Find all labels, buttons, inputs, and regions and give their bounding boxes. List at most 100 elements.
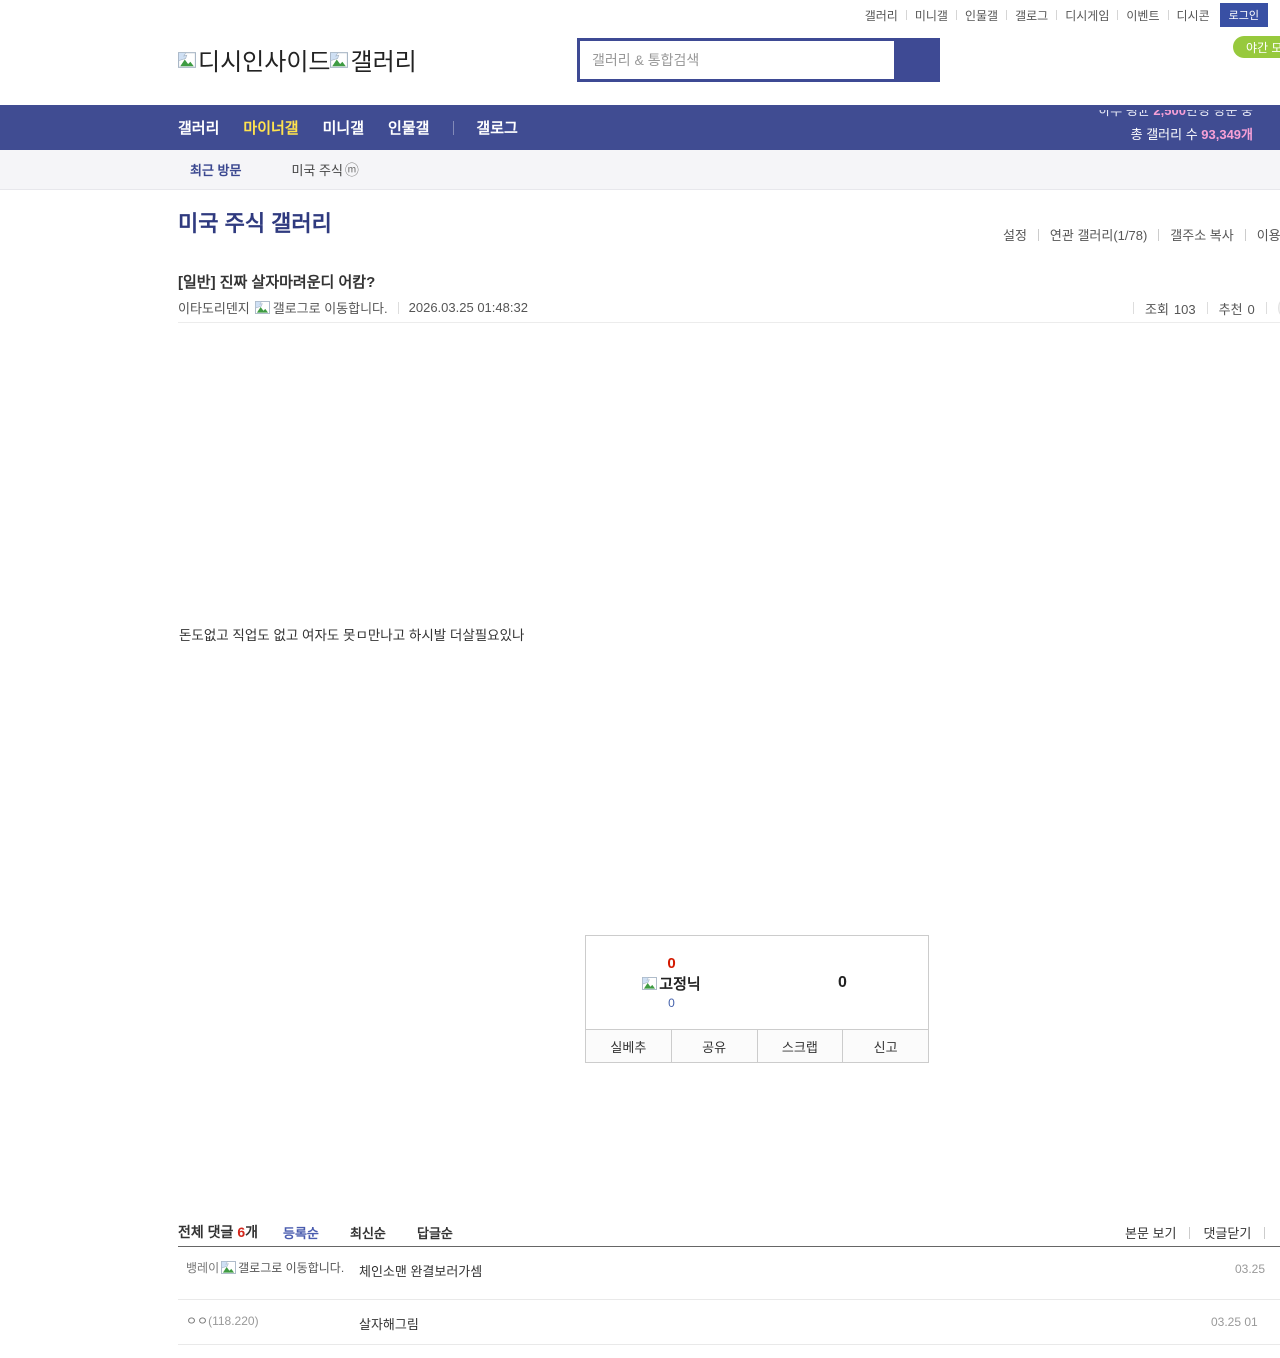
silbechu-button[interactable]: 실베추 [586,1030,671,1062]
sort-registered[interactable]: 등록순 [283,1223,325,1242]
comment-time: 03.25 [1235,1262,1266,1276]
sort-newest[interactable]: 최신순 [350,1223,392,1242]
divider [1133,302,1134,314]
comment-author[interactable]: ㅇㅇ(118.220) [186,1313,359,1333]
post-meta-right: 조회 103 추천 0 [1122,296,1280,320]
copy-url-link[interactable]: 갤주소 복사 [1170,225,1233,244]
report-button[interactable]: 신고 [842,1030,928,1062]
comment-row: ㅇㅇ1(114.201) ㅇㅈ 03.25 01 [178,1345,1280,1358]
topbar-link-event[interactable]: 이벤트 [1126,7,1159,24]
downvote-area[interactable]: 0 [757,936,928,1029]
broken-image-icon [330,51,349,68]
topbar-link-dccon[interactable]: 디시콘 [1177,7,1210,24]
like-count: 추천 0 [1218,301,1255,317]
upvote-count: 0 [667,955,676,972]
divider [1117,10,1119,20]
minor-gallery-icon: ⓜ [344,161,359,178]
comment-actions: 본문 보기 댓글닫기 [1125,1223,1278,1242]
topbar-link-gallog[interactable]: 갤로그 [1015,7,1048,24]
site-logo[interactable]: 디시인사이드 갤러리 [178,42,417,77]
divider [1158,228,1160,241]
comment-row: ㅇㅇ(118.220) 살자해그림 03.25 01 [178,1300,1280,1345]
nav-item-persongal[interactable]: 인물갤 [388,117,429,138]
vote-box: 0 고정닉 0 0 실베추 공유 스크랩 신고 [585,935,929,1063]
top-utility-bar: 갤러리 미니갤 인물갤 갤로그 디시게임 이벤트 디시콘 로그인 [0,0,1280,30]
vote-actions: 실베추 공유 스크랩 신고 [586,1029,928,1062]
gallery-count-ticker: 하루 평균 2,500만명 방문 중 총 갤러리 수 93,349개 [1098,110,1253,143]
login-button[interactable]: 로그인 [1219,3,1268,27]
breadcrumb-gallery[interactable]: 미국 주식 ⓜ [291,160,358,180]
comment-time: 03.25 01 [1211,1315,1258,1329]
night-mode-button[interactable]: 야간 모드 [1233,36,1280,58]
nav-item-gallery[interactable]: 갤러리 [178,117,219,138]
comment-total: 전체 댓글 6개 [178,1224,258,1240]
broken-image-icon [221,1261,237,1274]
close-comments-button[interactable]: 댓글닫기 [1203,1223,1251,1242]
logo-text-gallery: 갤러리 [350,49,417,76]
gallery-header-links: 설정 연관 갤러리(1/78) 갤주소 복사 이용안내 [1003,225,1280,244]
divider [1244,228,1246,241]
topbar-link-persongal[interactable]: 인물갤 [965,7,998,24]
fixed-nick-label: 고정닉 [642,973,701,994]
broken-image-icon [642,977,658,990]
comment-header: 전체 댓글 6개 등록순 최신순 답글순 본문 보기 댓글닫기 [178,1220,1280,1247]
page: 갤러리 미니갤 인물갤 갤로그 디시게임 이벤트 디시콘 로그인 야간 모드 디… [0,0,1280,1358]
topbar-link-gallery[interactable]: 갤러리 [865,7,898,24]
divider [1037,228,1039,241]
broken-image-icon [254,301,270,314]
broken-image-icon [178,51,196,68]
scrap-button[interactable]: 스크랩 [756,1030,843,1062]
post-date: 2026.03.25 01:48:32 [408,300,528,315]
comment-section: 전체 댓글 6개 등록순 최신순 답글순 본문 보기 댓글닫기 뱅레이 갤로그로 … [178,1220,1280,1358]
topbar-link-minigal[interactable]: 미니갤 [915,7,948,24]
nav-item-minorgal[interactable]: 마이너갤 [243,117,298,138]
topbar-link-dcgame[interactable]: 디시게임 [1065,7,1109,24]
divider [1189,1226,1191,1239]
logo-text-dcinside: 디시인사이드 [198,49,331,76]
gallery-title[interactable]: 미국 주식 갤러리 [178,206,332,238]
recent-visit-label: 최근 방문 [190,163,242,178]
sort-replies[interactable]: 답글순 [417,1223,459,1242]
divider [905,10,907,20]
nav-item-minigal[interactable]: 미니갤 [323,117,364,138]
divider [397,301,399,314]
view-count: 조회 103 [1145,301,1196,317]
guide-link[interactable]: 이용안내 [1257,225,1280,244]
post-title: [일반] 진짜 살자마려운디 어캄? [178,274,376,291]
related-galleries-link[interactable]: 연관 갤러리(1/78) [1050,225,1147,244]
divider [955,10,957,20]
comment-row: 뱅레이 갤로그로 이동합니다. 체인소맨 완결보러가셈 03.25 [178,1247,1280,1300]
vote-counts: 0 고정닉 0 0 [586,936,928,1029]
divider [1006,10,1008,20]
main-nav: 갤러리 마이너갤 미니갤 인물갤 갤로그 하루 평균 2,500만명 방문 중 … [0,105,1280,150]
divider [1264,1226,1266,1239]
upvote-area[interactable]: 0 고정닉 0 [586,936,757,1029]
divider [178,322,1280,323]
comment-sorts: 등록순 최신순 답글순 [283,1223,484,1242]
divider [1265,302,1267,314]
ticker-line-clipped: 하루 평균 2,500만명 방문 중 [1098,110,1253,118]
main-nav-menu: 갤러리 마이너갤 미니갤 인물갤 갤로그 [178,105,542,150]
nav-item-gallog[interactable]: 갤로그 [476,117,517,138]
downvote-count: 0 [838,973,847,991]
gallery-settings-link[interactable]: 설정 [1003,225,1027,244]
divider [1167,10,1169,20]
comment-text: 살자해그림 [359,1317,419,1332]
search-button[interactable] [894,41,937,79]
fixed-nick-count: 0 [668,996,675,1010]
share-button[interactable]: 공유 [670,1030,757,1062]
search-input[interactable] [580,41,894,79]
view-post-button[interactable]: 본문 보기 [1125,1223,1176,1242]
search-box [577,38,940,82]
post-body-text: 돈도없고 직업도 없고 여자도 못ㅁ만나고 하시발 더살필요있나 [179,628,525,643]
post-meta: 이타도리덴지 갤로그로 이동합니다. 2026.03.25 01:48:32 [178,298,528,317]
recent-visit-bar: 최근 방문 미국 주식 ⓜ [0,150,1280,190]
divider [453,120,455,135]
comment-author[interactable]: 뱅레이 갤로그로 이동합니다. [186,1260,359,1288]
comment-text: 체인소맨 완결보러가셈 [359,1264,483,1279]
divider [1206,302,1208,314]
ticker-line-total: 총 갤러리 수 93,349개 [1130,127,1253,142]
gallog-link-alt[interactable]: 갤로그로 이동합니다. [273,298,388,317]
divider [1056,10,1058,20]
post-author[interactable]: 이타도리덴지 [178,298,250,317]
